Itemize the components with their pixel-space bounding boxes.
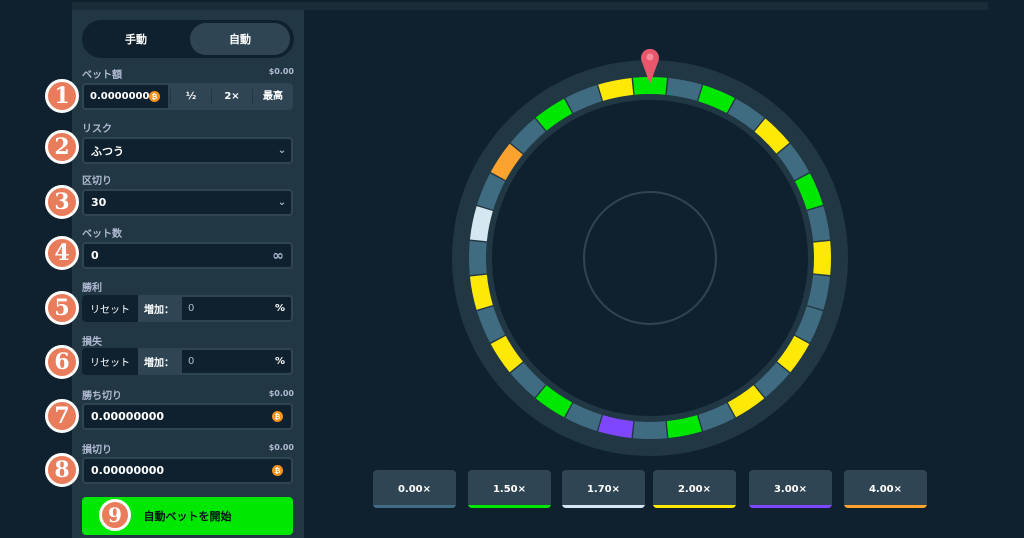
wheel-segment (813, 240, 832, 276)
multiplier-color-bar (468, 505, 551, 508)
multiplier-chip: 2.00× (653, 470, 736, 508)
multiplier-chip: 1.70× (562, 470, 645, 508)
wheel-segment (468, 240, 487, 276)
multiplier-label: 1.50× (492, 483, 527, 495)
wheel-segment (632, 421, 668, 440)
multiplier-label: 2.00× (677, 483, 712, 495)
multiplier-chip: 1.50× (468, 470, 551, 508)
multiplier-label: 3.00× (773, 483, 808, 495)
multiplier-color-bar (373, 505, 456, 508)
wheel-inner-disc (492, 100, 808, 416)
multiplier-chip: 4.00× (844, 470, 927, 508)
multiplier-label: 0.00× (397, 483, 432, 495)
multiplier-chip: 0.00× (373, 470, 456, 508)
multiplier-color-bar (562, 505, 645, 508)
multiplier-chip: 3.00× (749, 470, 832, 508)
multiplier-color-bar (749, 505, 832, 508)
wheel-canvas (452, 48, 848, 456)
multiplier-color-bar (653, 505, 736, 508)
multiplier-label: 1.70× (586, 483, 621, 495)
multiplier-label: 4.00× (868, 483, 903, 495)
multiplier-color-bar (844, 505, 927, 508)
